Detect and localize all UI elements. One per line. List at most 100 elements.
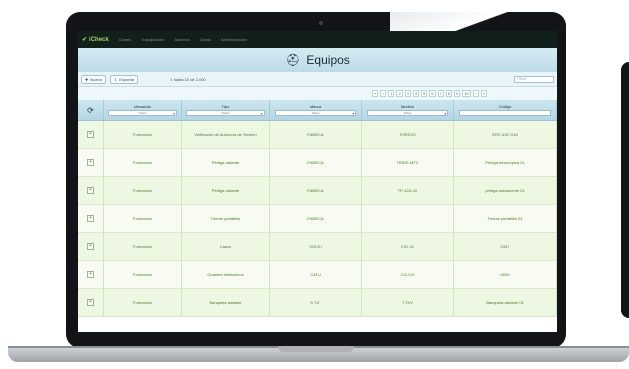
records-info: 1 hasta 10 de 2.000 xyxy=(170,76,206,82)
column-header-tipo[interactable]: Tipo Todos ▾ xyxy=(182,100,270,120)
cell-ubicacion: Formación xyxy=(104,149,182,176)
column-filter-input[interactable] xyxy=(459,110,551,116)
expand-row-button[interactable]: + xyxy=(87,299,94,306)
cell-modelo: CG-0/3 xyxy=(362,261,454,288)
cell-codigo: ERC ASC 018 xyxy=(454,121,557,148)
refresh-icon: ⟳ xyxy=(87,105,94,115)
cell-modelo xyxy=(362,205,454,232)
nav-item-asientos[interactable]: Asientos xyxy=(174,37,189,42)
column-header-ubicacion[interactable]: Ubicación Todos ▾ xyxy=(104,100,182,120)
chevron-down-icon: ▾ xyxy=(260,110,263,116)
brand-name: iCheck xyxy=(89,36,109,43)
pager-page[interactable]: 6 xyxy=(429,90,436,97)
expand-row-button[interactable]: + xyxy=(87,215,94,222)
toolbar: ✚ Nuevo ⇩ Exportar 1 hasta 10 de 2.000 F… xyxy=(78,72,557,87)
laptop-notch xyxy=(278,346,354,352)
column-filter-select[interactable]: Todos ▾ xyxy=(186,110,265,116)
expand-row-button[interactable]: + xyxy=(87,159,94,166)
table-row[interactable]: + Formación Pértiga aislante FAMECA TRID… xyxy=(78,149,557,177)
export-button[interactable]: ⇩ Exportar xyxy=(109,74,139,84)
expand-row-button[interactable]: + xyxy=(87,131,94,138)
screen: ✔ iCheck Clases Trabajadores Asientos Zo… xyxy=(78,31,557,332)
top-navbar: ✔ iCheck Clases Trabajadores Asientos Zo… xyxy=(78,31,557,48)
cell-tipo: Tierras portátiles xyxy=(182,205,270,232)
column-header-marca[interactable]: Marca Todos ▾ xyxy=(270,100,362,120)
pager-page[interactable]: 8 xyxy=(445,90,453,97)
cell-ubicacion: Formación xyxy=(104,121,182,148)
new-button-label: Nuevo xyxy=(90,76,102,82)
table-row[interactable]: + Formación Verificador de Ausencia de T… xyxy=(78,121,557,149)
check-icon: ✔ xyxy=(82,37,88,43)
cell-tipo: Pértiga aislante xyxy=(182,149,270,176)
nav-item-zonas[interactable]: Zonas xyxy=(200,37,211,42)
grid-body: + Formación Verificador de Ausencia de T… xyxy=(78,121,557,317)
cell-modelo: TP-12D-10 xyxy=(362,177,454,204)
pager-last[interactable]: » xyxy=(480,90,487,97)
column-label: Tipo xyxy=(221,104,230,109)
column-filter-select[interactable]: Todos ▾ xyxy=(274,110,357,116)
plus-icon: ✚ xyxy=(85,76,89,82)
cell-ubicacion: Formación xyxy=(104,289,182,316)
cell-ubicacion: Formación xyxy=(104,233,182,260)
page-header: ⛑ Equipos xyxy=(78,48,557,72)
table-row[interactable]: + Formación Tierras portátiles FAMECA Ti… xyxy=(78,205,557,233)
chevron-down-icon: ▾ xyxy=(444,110,447,116)
pager-prev[interactable]: ‹ xyxy=(380,90,387,97)
column-label: Modelo xyxy=(400,104,415,109)
table-row[interactable]: + Formación Casco SOCKI CSL 01 0497 xyxy=(78,233,557,261)
nav-item-administracion[interactable]: Administración xyxy=(221,37,247,42)
chevron-down-icon: ▾ xyxy=(173,110,176,116)
pager-page[interactable]: 7 xyxy=(437,90,444,97)
export-button-label: Exportar xyxy=(119,76,135,82)
cell-marca: CATU xyxy=(270,261,362,288)
cell-tipo: Banqueta aislante xyxy=(182,289,270,316)
column-filter-select[interactable]: Todos ▾ xyxy=(107,110,178,116)
expand-row-button[interactable]: + xyxy=(87,243,94,250)
cell-codigo: Pértiga telescópica 01 xyxy=(454,149,557,176)
cell-codigo: 0009 xyxy=(454,261,557,288)
pager-page[interactable]: 5 xyxy=(421,90,428,97)
cell-tipo: Verificador de Ausencia de Tensión xyxy=(182,121,270,148)
table-row[interactable]: + Formación Guantes dieléctricos CATU CG… xyxy=(78,261,557,289)
table-row[interactable]: + Formación Pértiga aislante FAMECA TP-1… xyxy=(78,177,557,205)
pager-page[interactable]: 10 xyxy=(462,90,471,97)
laptop-mockup: ✔ iCheck Clases Trabajadores Asientos Zo… xyxy=(0,0,629,369)
secondary-device xyxy=(621,62,629,318)
brand-logo[interactable]: ✔ iCheck xyxy=(82,36,109,44)
table-row[interactable]: + Formación Banqueta aislante S.T.E. T.7… xyxy=(78,289,557,317)
cell-marca: FAMECA xyxy=(270,177,362,204)
pager-next[interactable]: › xyxy=(472,90,479,97)
pager-first[interactable]: « xyxy=(371,90,379,97)
expand-row-button[interactable]: + xyxy=(87,271,94,278)
column-header-modelo[interactable]: Modelo Todos ▾ xyxy=(362,100,454,120)
cell-modelo: TORESO xyxy=(362,121,454,148)
cell-marca: S.T.E. xyxy=(270,289,362,316)
column-label: Código xyxy=(498,104,512,109)
pager-page[interactable]: 9 xyxy=(454,90,461,97)
column-label: Ubicación xyxy=(133,104,152,109)
grid-header: ⟳ Ubicación Todos ▾ Tipo Todos ▾ Marca Tod… xyxy=(78,100,557,121)
equipment-icon: ⛑ xyxy=(285,53,301,67)
pager-page[interactable]: 2 xyxy=(396,90,403,97)
refresh-button[interactable]: ⟳ xyxy=(78,100,104,120)
expand-row-button[interactable]: + xyxy=(87,187,94,194)
page-title: Equipos xyxy=(306,53,350,67)
cell-tipo: Casco xyxy=(182,233,270,260)
nav-item-trabajadores[interactable]: Trabajadores xyxy=(141,37,164,42)
cell-marca: SOCKI xyxy=(270,233,362,260)
column-header-codigo[interactable]: Código xyxy=(454,100,557,120)
column-label: Marca xyxy=(309,104,322,109)
column-filter-select[interactable]: Todos ▾ xyxy=(366,110,449,116)
filter-input[interactable]: Filtrar xyxy=(514,75,554,83)
cell-marca: FAMECA xyxy=(270,205,362,232)
export-icon: ⇩ xyxy=(113,76,118,82)
cell-tipo: Guantes dieléctricos xyxy=(182,261,270,288)
camera-icon xyxy=(319,21,323,25)
pager-page[interactable]: 3 xyxy=(404,90,411,97)
pager-page[interactable]: 4 xyxy=(412,90,420,97)
cell-codigo: pértiga salvamento 01 xyxy=(454,177,557,204)
pager-page[interactable]: 1 xyxy=(388,90,395,97)
nav-item-clases[interactable]: Clases xyxy=(119,37,131,42)
cell-codigo: 0497 xyxy=(454,233,557,260)
new-button[interactable]: ✚ Nuevo xyxy=(81,74,106,84)
